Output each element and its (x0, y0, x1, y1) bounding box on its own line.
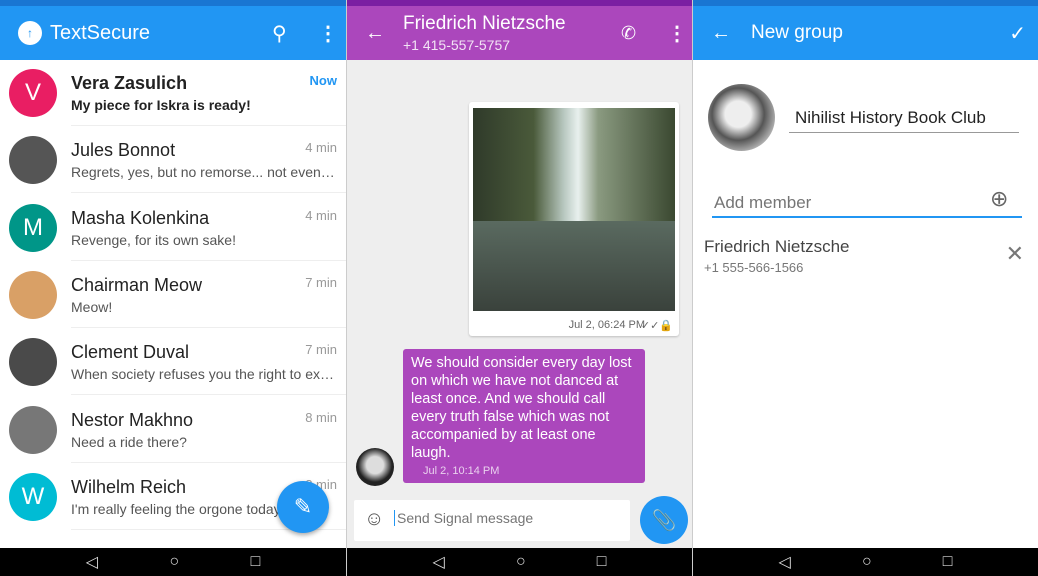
timestamp: 4 min (305, 140, 337, 156)
contact-name: Jules Bonnot (71, 140, 176, 161)
app-title: TextSecure (50, 21, 151, 44)
attach-button[interactable]: 📎 (640, 496, 688, 544)
timestamp: Now (309, 73, 337, 88)
back-arrow-icon[interactable]: ← (365, 22, 385, 45)
home-nav-icon[interactable]: ○ (516, 553, 526, 571)
system-nav-bar: ◁ ○ □ (0, 548, 346, 576)
message-preview: When society refuses you the right to ex… (71, 366, 337, 383)
image-message-bubble[interactable]: Jul 2, 06:24 PM ✓✓🔒 (469, 102, 679, 336)
image-timestamp: Jul 2, 06:24 PM (568, 319, 645, 331)
remove-member-icon[interactable]: ✕ (1006, 241, 1024, 267)
system-nav-bar: ◁ ○ □ (693, 548, 1038, 576)
confirm-check-icon[interactable]: ✓ (1009, 21, 1026, 46)
message-preview: Revenge, for its own sake! (71, 231, 236, 248)
contact-avatar: M (9, 203, 57, 252)
home-nav-icon[interactable]: ○ (862, 553, 872, 571)
member-item: Friedrich Nietzsche +1 555-566-1566 ✕ (704, 237, 1034, 279)
contact-avatar: V (9, 69, 57, 117)
incoming-message-bubble[interactable]: We should consider every day lost on whi… (403, 349, 645, 483)
compose-button[interactable]: ✎ (277, 481, 329, 533)
timestamp: 7 min (305, 342, 337, 358)
recents-nav-icon[interactable]: □ (943, 553, 953, 571)
conversation-list-screen: ↑ TextSecure ⚲ ⋮ V Vera Zasulich My piec… (0, 0, 346, 576)
waterfall-image[interactable] (473, 108, 675, 311)
back-nav-icon[interactable]: ◁ (86, 552, 98, 572)
member-phone: +1 555-566-1566 (704, 260, 804, 275)
delivered-secure-icon: ✓✓🔒 (640, 320, 673, 332)
home-nav-icon[interactable]: ○ (169, 553, 179, 571)
contact-avatar (9, 405, 57, 454)
system-nav-bar: ◁ ○ □ (347, 548, 692, 576)
group-name-field[interactable]: Nihilist History Book Club (789, 108, 1019, 133)
group-avatar[interactable] (708, 84, 775, 151)
add-member-plus-icon[interactable]: ⊕ (990, 186, 1008, 212)
conversation-item[interactable]: Nestor Makhno Need a ride there? 8 min (0, 396, 346, 463)
more-options-icon[interactable]: ⋮ (667, 21, 687, 46)
message-preview: My piece for Iskra is ready! (71, 97, 251, 113)
more-options-icon[interactable]: ⋮ (318, 21, 338, 46)
recents-nav-icon[interactable]: □ (251, 553, 261, 571)
message-preview: Regrets, yes, but no remorse... not even… (71, 164, 337, 181)
contact-name: Wilhelm Reich (71, 476, 187, 497)
back-arrow-icon[interactable]: ← (711, 22, 731, 45)
timestamp: 4 min (305, 207, 337, 223)
pencil-icon: ✎ (293, 494, 313, 519)
back-nav-icon[interactable]: ◁ (433, 552, 445, 572)
conversation-item[interactable]: M Masha Kolenkina Revenge, for its own s… (0, 194, 346, 261)
conversation-screen: ← Friedrich Nietzsche +1 415-557-5757 ✆ … (346, 0, 692, 576)
message-text: We should consider every day lost on whi… (411, 355, 632, 461)
contact-name: Nestor Makhno (71, 409, 194, 430)
contact-avatar (9, 338, 57, 387)
paperclip-icon: 📎 (651, 509, 677, 532)
search-icon[interactable]: ⚲ (272, 21, 287, 46)
contact-name: Vera Zasulich (71, 73, 188, 93)
contact-name: Chairman Meow (71, 274, 203, 295)
app-bar: ← New group ✓ (693, 6, 1038, 60)
timestamp: 8 min (305, 409, 337, 425)
screen-title: New group (751, 22, 843, 43)
contact-name: Masha Kolenkina (71, 207, 210, 228)
conversation-item[interactable]: V Vera Zasulich My piece for Iskra is re… (0, 59, 346, 126)
call-icon[interactable]: ✆ (621, 23, 636, 44)
member-name: Friedrich Nietzsche (704, 237, 850, 256)
message-input-container: ☺ (354, 500, 630, 541)
timestamp: 7 min (305, 274, 337, 290)
app-bar: ↑ TextSecure ⚲ ⋮ (0, 6, 346, 60)
back-nav-icon[interactable]: ◁ (779, 552, 791, 572)
recents-nav-icon[interactable]: □ (597, 553, 607, 571)
contact-phone: +1 415-557-5757 (403, 37, 511, 53)
contact-avatar (356, 448, 394, 486)
conversation-item[interactable]: Clement Duval When society refuses you t… (0, 328, 346, 396)
contact-avatar: W (9, 472, 57, 521)
contact-name: Clement Duval (71, 342, 190, 363)
new-group-screen: ← New group ✓ Nihilist History Book Club… (692, 0, 1038, 576)
message-preview: Need a ride there? (71, 433, 187, 450)
conversation-item[interactable]: Chairman Meow Meow! 7 min (0, 261, 346, 328)
contact-avatar (9, 136, 57, 185)
emoji-icon[interactable]: ☺ (364, 508, 384, 531)
add-member-input[interactable] (712, 190, 1022, 218)
textsecure-logo-icon: ↑ (18, 21, 42, 45)
contact-avatar (9, 270, 57, 319)
message-timestamp: Jul 2, 10:14 PM (423, 465, 500, 477)
conversation-item[interactable]: Jules Bonnot Regrets, yes, but no remors… (0, 126, 346, 194)
app-bar: ← Friedrich Nietzsche +1 415-557-5757 ✆ … (347, 6, 692, 60)
contact-name: Friedrich Nietzsche (403, 13, 566, 34)
message-input[interactable] (394, 510, 614, 526)
message-preview: Meow! (71, 298, 113, 315)
